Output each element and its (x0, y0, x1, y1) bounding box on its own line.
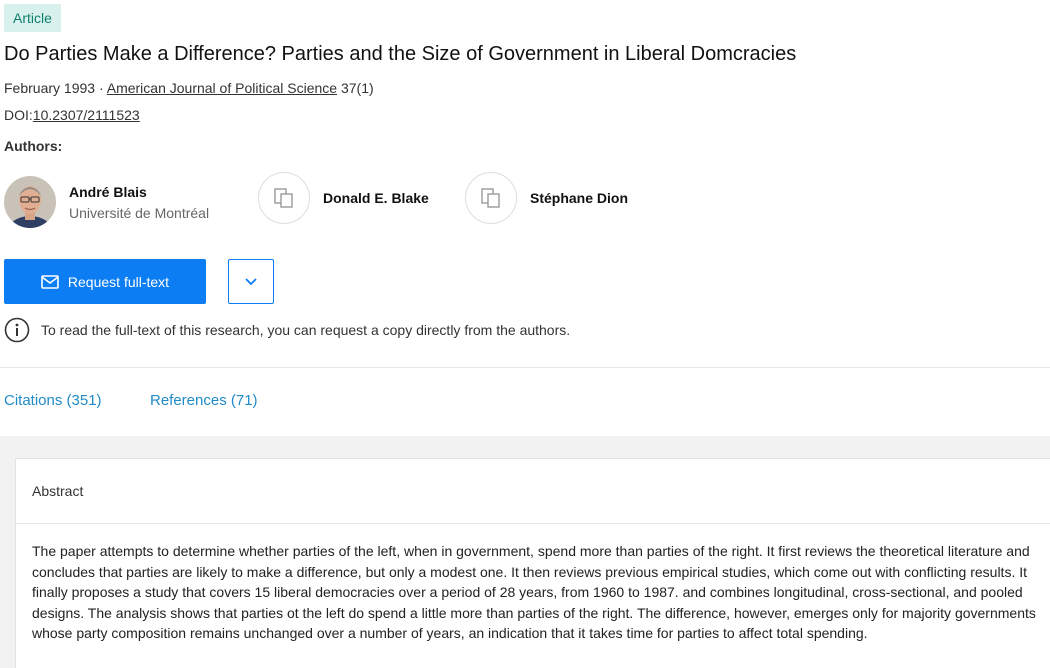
abstract-divider (16, 523, 1050, 524)
info-icon (4, 317, 30, 343)
author-institution: Université de Montréal (69, 204, 210, 221)
meta-separator: · (95, 80, 107, 96)
doi-row: DOI:10.2307/2111523 (4, 107, 140, 123)
journal-volume: 37(1) (337, 80, 374, 96)
authors-heading: Authors: (4, 138, 63, 154)
author-avatar-photo[interactable] (4, 176, 56, 228)
author-name[interactable]: Donald E. Blake (323, 190, 429, 206)
envelope-icon (41, 274, 59, 289)
publication-date: February 1993 (4, 80, 96, 96)
publication-meta: February 1993 · American Journal of Poli… (4, 80, 374, 96)
abstract-card: Abstract The paper attempts to determine… (15, 458, 1050, 668)
author-placeholder-icon (258, 172, 310, 224)
author-placeholder-icon (465, 172, 517, 224)
author-card[interactable]: Donald E. Blake (258, 172, 429, 224)
tab-citations[interactable]: Citations (351) (4, 392, 102, 409)
chevron-down-icon (245, 278, 257, 286)
abstract-heading: Abstract (32, 483, 84, 499)
author-card[interactable]: André Blais Université de Montréal (4, 176, 209, 228)
request-options-dropdown[interactable] (228, 259, 274, 304)
info-text: To read the full-text of this research, … (41, 322, 571, 338)
abstract-text: The paper attempts to determine whether … (32, 543, 1036, 641)
section-divider (0, 367, 1050, 368)
author-card[interactable]: Stéphane Dion (465, 172, 628, 224)
info-note: To read the full-text of this research, … (4, 317, 570, 343)
journal-link[interactable]: American Journal of Political Science (107, 80, 337, 96)
page-title: Do Parties Make a Difference? Parties an… (4, 43, 797, 65)
author-name[interactable]: Stéphane Dion (530, 190, 628, 206)
doi-link[interactable]: 10.2307/2111523 (33, 107, 140, 123)
request-full-text-button[interactable]: Request full-text (4, 259, 206, 304)
tab-references[interactable]: References (71) (150, 392, 258, 409)
request-full-text-label: Request full-text (67, 273, 170, 290)
article-type-badge: Article (4, 4, 61, 32)
doi-label: DOI: (4, 107, 33, 123)
author-name[interactable]: André Blais (69, 184, 209, 200)
